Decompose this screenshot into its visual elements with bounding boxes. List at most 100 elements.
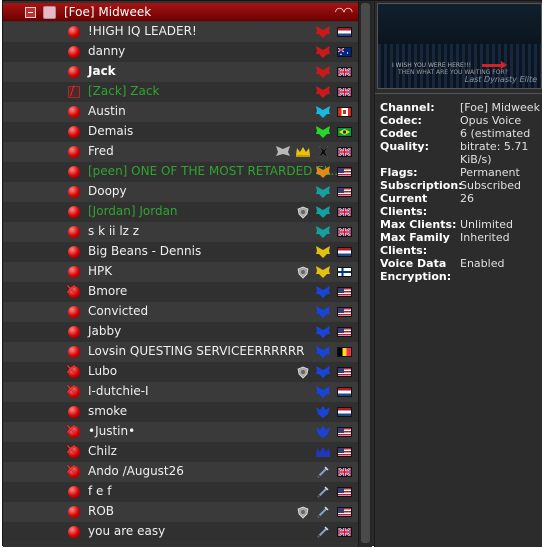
country-flag-icon	[337, 367, 352, 377]
channel-header-icon: ◠◠	[334, 5, 353, 18]
client-row[interactable]: smoke	[3, 402, 358, 422]
client-row[interactable]: s k ii lz z	[3, 222, 358, 242]
client-row[interactable]: Big Beans - Dennis	[3, 242, 358, 262]
client-row[interactable]: •Justin•	[3, 422, 358, 442]
client-row[interactable]: Demais	[3, 122, 358, 142]
client-row[interactable]: f e f	[3, 482, 358, 502]
teal-wings-icon	[315, 224, 331, 240]
talk-status-icon	[68, 306, 80, 318]
country-flag-icon	[337, 67, 352, 77]
client-row[interactable]: Ando /August26	[3, 462, 358, 482]
silver-wings-icon	[275, 144, 291, 160]
country-flag-icon	[337, 167, 352, 177]
talk-status-icon	[68, 246, 80, 258]
country-flag-icon	[337, 207, 352, 217]
info-key: Flags:	[380, 166, 418, 179]
client-name: f e f	[88, 484, 112, 498]
talk-status-icon	[68, 106, 80, 118]
talk-status-icon	[68, 346, 80, 358]
orange-wings-icon	[315, 164, 331, 180]
collapse-toggle-icon[interactable]	[25, 6, 36, 18]
talk-status-icon	[68, 146, 80, 158]
country-flag-icon	[337, 407, 352, 417]
info-row: Max Clients: Unlimited	[380, 218, 542, 231]
info-value: Inherited	[460, 231, 510, 244]
client-row[interactable]: [Jordan] Jordan	[3, 202, 358, 222]
info-row: Current Clients: 26	[380, 192, 542, 218]
talk-status-icon	[68, 506, 80, 518]
client-name: danny	[88, 44, 126, 58]
country-flag-icon	[337, 447, 352, 457]
client-row[interactable]: HPK	[3, 262, 358, 282]
client-row[interactable]: Jabby	[3, 322, 358, 342]
info-value: 6 (estimated bitrate: 5.71 KiB/s)	[460, 127, 531, 166]
info-key: Max Clients:	[380, 218, 457, 231]
info-row: Codec: Opus Voice	[380, 114, 542, 127]
away-status-icon	[68, 84, 80, 99]
teal-wings-icon	[315, 204, 331, 220]
client-row[interactable]: I-dutchie-I	[3, 382, 358, 402]
sword-icon	[315, 464, 331, 480]
shield-badge-icon	[295, 204, 311, 220]
talk-status-icon	[68, 226, 80, 238]
channel-name: [Foe] Midweek	[64, 5, 152, 19]
muted-status-icon	[65, 462, 80, 478]
talk-status-icon	[68, 526, 80, 538]
country-flag-icon	[337, 147, 352, 157]
country-flag-icon	[337, 267, 352, 277]
client-row[interactable]: [Zack] Zack	[3, 82, 358, 102]
banner-brand: Last Dynasty Elite	[464, 75, 537, 84]
channel-row[interactable]: [Foe] Midweek ◠◠	[3, 3, 358, 21]
shield-badge-icon	[295, 364, 311, 380]
client-name: Big Beans - Dennis	[88, 244, 202, 258]
talk-status-icon	[68, 406, 80, 418]
channel-info: Channel: [Foe] Midweek Codec: Opus Voice Cod…	[380, 101, 542, 283]
client-name: Ando /August26	[88, 464, 184, 478]
client-row[interactable]: [peen] ONE OF THE MOST RETARDED EL...	[3, 162, 358, 182]
sword-icon	[315, 524, 331, 540]
client-row[interactable]: Chilz	[3, 442, 358, 462]
client-name: HPK	[88, 264, 113, 278]
blue-wings-icon	[315, 304, 331, 320]
client-row[interactable]: Doopy	[3, 182, 358, 202]
client-row[interactable]: Jack	[3, 62, 358, 82]
client-row[interactable]: Austin	[3, 102, 358, 122]
talk-status-icon	[68, 326, 80, 338]
info-value: Enabled	[460, 257, 505, 270]
client-row[interactable]: Convicted	[3, 302, 358, 322]
client-name: you are easy	[88, 524, 166, 538]
client-name: [Zack] Zack	[88, 84, 160, 98]
client-row[interactable]: Bmore	[3, 282, 358, 302]
muted-status-icon	[65, 362, 80, 378]
client-name: ROB	[88, 504, 115, 518]
client-row[interactable]: Lovsin QUESTING SERVICEERRRRRR	[3, 342, 358, 362]
country-flag-icon	[337, 227, 352, 237]
yellow-wings-icon	[315, 264, 331, 280]
client-row[interactable]: you are easy	[3, 522, 358, 542]
client-row[interactable]: Lubo	[3, 362, 358, 382]
teal-wings-icon	[315, 184, 331, 200]
red-wings-icon	[315, 24, 331, 40]
country-flag-icon	[337, 387, 352, 397]
client-row[interactable]: danny	[3, 42, 358, 62]
info-value: Unlimited	[460, 218, 513, 231]
red-wings-icon	[315, 44, 331, 60]
client-name: Lubo	[88, 364, 118, 378]
sword-icon	[315, 504, 331, 520]
tree-scrollbar[interactable]	[358, 1, 372, 547]
client-name: Lovsin QUESTING SERVICEERRRRRR	[88, 344, 305, 358]
muted-status-icon	[65, 442, 80, 458]
client-name: Jack	[88, 64, 116, 78]
client-row[interactable]: Fred	[3, 142, 358, 162]
info-key: Codec Quality:	[380, 127, 429, 153]
info-key: Current Clients:	[380, 192, 428, 218]
info-key: Voice Data Encryption:	[380, 257, 452, 283]
scrollbar-thumb[interactable]	[361, 3, 370, 543]
client-row[interactable]: ROB	[3, 502, 358, 522]
client-row[interactable]: !HIGH IQ LEADER!	[3, 22, 358, 42]
client-name: Bmore	[88, 284, 128, 298]
country-flag-icon	[337, 327, 352, 337]
talk-status-icon	[68, 46, 80, 58]
teamspeak-window: [Foe] Midweek ◠◠ !HIGH IQ LEADER! danny Ja…	[2, 0, 542, 547]
info-value: Permanent	[460, 166, 520, 179]
